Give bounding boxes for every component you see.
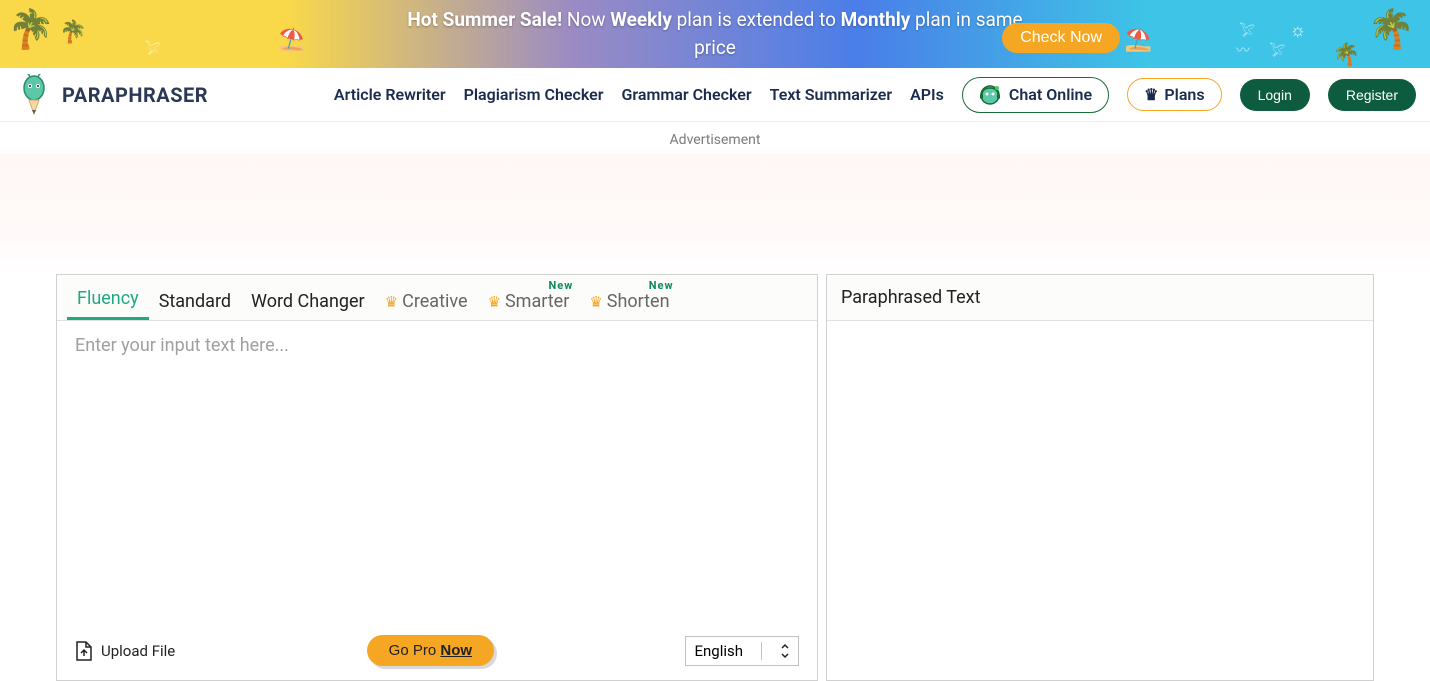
headset-icon [979, 84, 1001, 106]
tab-standard[interactable]: Standard [149, 281, 241, 320]
logo-icon [14, 75, 54, 115]
register-button[interactable]: Register [1328, 79, 1416, 111]
banner-sale-text: Hot Summer Sale! [407, 8, 562, 31]
banner-text: Hot Summer Sale! Now Weekly plan is exte… [407, 6, 1022, 63]
plans-button[interactable]: ♛ Plans [1127, 78, 1222, 111]
language-select[interactable]: English [685, 636, 799, 666]
login-button[interactable]: Login [1240, 79, 1310, 111]
nav-apis[interactable]: APIs [910, 85, 944, 104]
umbrella-icon: ⛱️ [1125, 28, 1152, 53]
output-panel: Paraphrased Text [826, 274, 1374, 681]
palm-icon: 🌴 [60, 20, 87, 45]
nav-text-summarizer[interactable]: Text Summarizer [770, 85, 893, 104]
promo-banner: 🌴 🌴 ⛱️ 𓅯 Hot Summer Sale! Now Weekly pla… [0, 0, 1430, 68]
advertisement-label: Advertisement [0, 122, 1430, 154]
upload-file-label: Upload File [101, 642, 175, 660]
upload-file-button[interactable]: Upload File [75, 641, 175, 661]
tab-word-changer[interactable]: Word Changer [241, 281, 375, 320]
nav-grammar-checker[interactable]: Grammar Checker [621, 85, 751, 104]
bird-icon: 𓅯 [145, 38, 160, 59]
nav-plagiarism-checker[interactable]: Plagiarism Checker [464, 85, 604, 104]
plans-label: Plans [1164, 85, 1204, 104]
new-badge: New [649, 279, 674, 292]
wave-icon: 〰 [1236, 40, 1250, 60]
bird-icon: 𓅯 [1270, 40, 1285, 61]
tab-fluency[interactable]: Fluency [67, 278, 149, 320]
crown-icon: ♛ [589, 293, 602, 311]
tab-creative[interactable]: ♛ Creative [375, 281, 478, 320]
logo-text: PARAPHRASER [62, 83, 208, 107]
divider [761, 642, 762, 660]
input-textarea[interactable] [57, 321, 817, 623]
crown-icon: ♛ [385, 293, 398, 311]
tab-smarter[interactable]: New ♛ Smarter [478, 281, 580, 320]
go-pro-button[interactable]: Go Pro Now [367, 635, 494, 666]
palm-icon: 🌴 [1368, 8, 1415, 52]
input-panel: Fluency Standard Word Changer ♛ Creative… [56, 274, 818, 681]
new-badge: New [549, 279, 574, 292]
umbrella-icon: ⛱️ [278, 28, 305, 53]
navbar: PARAPHRASER Article Rewriter Plagiarism … [0, 68, 1430, 122]
tab-shorten[interactable]: New ♛ Shorten [579, 281, 679, 320]
file-upload-icon [75, 641, 93, 661]
crown-icon: ♛ [488, 293, 501, 311]
language-label: English [694, 642, 743, 660]
nav-article-rewriter[interactable]: Article Rewriter [334, 85, 446, 104]
chat-online-label: Chat Online [1009, 85, 1092, 104]
sun-icon: ☼ [1290, 20, 1307, 41]
bird-icon: 𓅯 [1240, 20, 1255, 41]
palm-icon: 🌴 [1333, 43, 1360, 68]
mode-tabs: Fluency Standard Word Changer ♛ Creative… [57, 275, 817, 321]
chat-online-button[interactable]: Chat Online [962, 77, 1109, 113]
crown-icon: ♛ [1144, 85, 1158, 104]
check-now-button[interactable]: Check Now [1002, 23, 1120, 53]
advertisement-space [0, 154, 1430, 274]
tool-area: Fluency Standard Word Changer ♛ Creative… [0, 274, 1430, 681]
output-body [827, 321, 1373, 669]
output-header: Paraphrased Text [827, 275, 1373, 321]
palm-icon: 🌴 [8, 8, 55, 52]
logo[interactable]: PARAPHRASER [14, 75, 208, 115]
updown-icon [780, 643, 790, 659]
input-footer: Upload File Go Pro Now English [57, 627, 817, 680]
